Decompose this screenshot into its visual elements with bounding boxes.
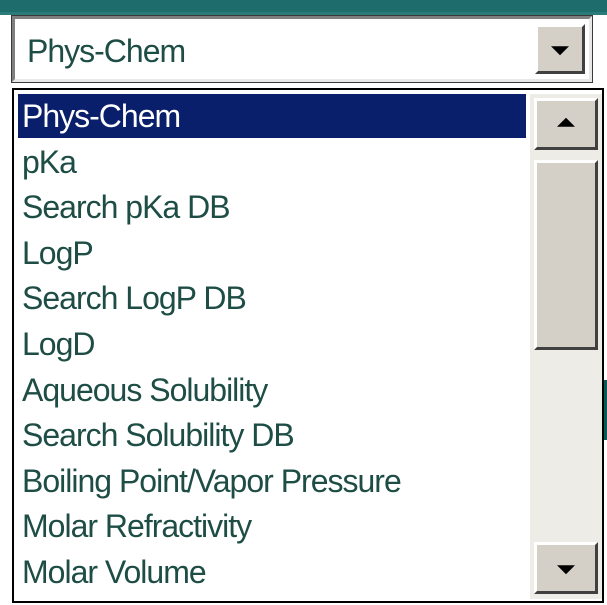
dropdown-option[interactable]: Molar Volume: [18, 550, 526, 594]
chevron-down-icon: [551, 46, 569, 56]
dropdown-option[interactable]: LogD: [18, 322, 526, 366]
scroll-down-button[interactable]: [534, 542, 598, 594]
arrow-up-icon: [557, 117, 575, 127]
dropdown-option[interactable]: Phys-Chem: [18, 94, 526, 138]
dropdown-window: Phys-Chem Phys-Chem pKa Search pKa DB LogP S…: [0, 0, 607, 603]
arrow-down-icon: [557, 565, 575, 575]
combobox-selected-value: Phys-Chem: [27, 33, 186, 69]
dropdown-option[interactable]: Boiling Point/Vapor Pressure: [18, 459, 526, 503]
dropdown-option[interactable]: Search Solubility DB: [18, 413, 526, 457]
dropdown-option[interactable]: Molar Refractivity: [18, 504, 526, 548]
dropdown-list-panel: Phys-Chem pKa Search pKa DB LogP Search LogP…: [12, 88, 604, 603]
vertical-scrollbar[interactable]: [530, 94, 602, 599]
dropdown-option[interactable]: LogP: [18, 231, 526, 275]
scroll-up-button[interactable]: [534, 98, 598, 150]
scroll-thumb[interactable]: [534, 160, 598, 350]
dropdown-list: Phys-Chem pKa Search pKa DB LogP Search LogP…: [14, 90, 526, 605]
window-frame-edge: [0, 12, 607, 15]
dropdown-option[interactable]: Search LogP DB: [18, 276, 526, 320]
dropdown-option[interactable]: Aqueous Solubility: [18, 368, 526, 412]
dropdown-option[interactable]: Search pKa DB: [18, 185, 526, 229]
combobox-dropdown-button[interactable]: [535, 24, 585, 74]
category-combobox[interactable]: Phys-Chem: [11, 15, 593, 83]
window-frame-strip: [0, 0, 607, 12]
dropdown-option[interactable]: pKa: [18, 140, 526, 184]
